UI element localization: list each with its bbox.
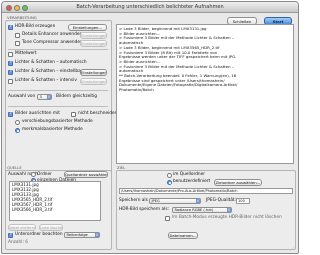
save-as-label: Speichern als — [119, 198, 148, 203]
shift-label: verschiebungsbasierter Methode — [22, 119, 93, 124]
group-count-select[interactable]: 3 — [37, 94, 52, 100]
format-select[interactable]: JPEG — [149, 198, 201, 204]
divider — [8, 49, 108, 50]
hdr-settings-button[interactable]: Einstellungen… — [68, 24, 107, 31]
mittelwert-checkbox[interactable] — [8, 52, 13, 57]
align-label: Bilder ausrichten mit — [15, 111, 60, 116]
resize-grip-icon[interactable]: ⋰ — [290, 247, 294, 252]
source-folder-radio[interactable] — [167, 173, 172, 178]
mittelwert-label: Mittelwert — [15, 51, 37, 56]
tone-label: Tone Compressor anwenden — [22, 40, 83, 45]
log-view: > Lade 3 Bilder, beginnend mit LMX3131.j… — [116, 24, 294, 164]
align-checkbox[interactable] — [8, 111, 14, 117]
intensive-checkbox[interactable] — [8, 79, 13, 84]
batch-window: Batch-Verarbeitung unterschiedlich belic… — [1, 1, 299, 254]
not-crop-checkbox[interactable] — [71, 112, 76, 117]
feature-radio[interactable] — [15, 128, 20, 133]
keep-hdr-label: Im Batch-Modus erzeugte HDR-Bilder nicht… — [172, 215, 282, 220]
target-path-field[interactable]: /Users/thomashein/Dokumente/Pro-Aus-Arti… — [119, 188, 293, 194]
remove-file-button[interactable]: Datei entfernen — [8, 224, 36, 231]
source-folder-button[interactable]: Quellordner auswählen… — [64, 171, 108, 178]
custom-label: benutzerdefiniert — [173, 179, 211, 184]
close-window-icon[interactable] — [6, 5, 12, 11]
hdr-label: HDR-Bild erzeugen — [15, 24, 56, 29]
shift-radio[interactable] — [15, 120, 20, 125]
hdr-checkbox[interactable] — [8, 24, 14, 30]
intensive-settings-button[interactable]: Einstellungen… — [80, 78, 107, 85]
order-select[interactable]: Reihenfolge — [64, 232, 100, 238]
count-label: Anzahl: 6 — [8, 240, 29, 245]
tone-settings-button[interactable]: Einstellungen… — [80, 40, 107, 47]
group-suffix-label: Bildern gleichzeitig — [56, 94, 98, 99]
zoom-window-icon[interactable] — [22, 5, 28, 11]
folder-radio[interactable] — [31, 172, 36, 177]
not-crop-label: nicht beschneiden — [78, 111, 118, 116]
quality-label: JPEG-Qualität: — [206, 198, 237, 203]
window-title: Batch-Verarbeitung unterschiedlich belic… — [76, 4, 224, 10]
tone-checkbox[interactable] — [15, 41, 20, 46]
target-folder-button[interactable]: Zielordner auswählen… — [214, 179, 262, 186]
subfolder-checkbox[interactable] — [8, 232, 14, 238]
details-settings-button[interactable]: Einstellungen… — [80, 32, 107, 39]
feature-label: merkmalsbasierter Methode — [22, 127, 83, 132]
hdr-format-select[interactable]: Radiance RGBE (.hdr) — [172, 207, 232, 213]
source-folder-label: im Quellordner — [173, 172, 206, 177]
divider — [8, 90, 108, 91]
details-checkbox[interactable] — [15, 33, 20, 38]
log-line: Photomatix/Batch — [119, 87, 154, 93]
quality-field[interactable]: 100 — [236, 198, 250, 204]
divider — [8, 106, 108, 107]
single-checkbox[interactable] — [8, 69, 14, 75]
hdr-save-label: HDR-Bild speichern als: — [119, 207, 170, 212]
single-settings-button[interactable]: Einstellungen… — [80, 69, 107, 76]
clear-list-button[interactable]: Liste löschen — [39, 224, 63, 231]
subfolder-label: Unterordner beachten — [15, 232, 63, 237]
title-bar: Batch-Verarbeitung unterschiedlich belic… — [2, 2, 298, 13]
minimize-window-icon[interactable] — [14, 5, 20, 11]
auto-label: Lichter & Schatten – automatisch — [15, 60, 87, 65]
single-label: Lichter & Schatten – einstellbar — [15, 69, 83, 74]
list-item[interactable]: LMX3566_HDR_3.tif — [12, 207, 98, 213]
details-label: Details Enhancer anwenden — [22, 32, 83, 37]
group-prefix-label: Auswahl von — [8, 94, 36, 99]
auto-checkbox[interactable] — [8, 60, 14, 66]
keep-hdr-checkbox[interactable] — [165, 216, 170, 221]
intensive-label: Lichter & Schatten – intensiv — [15, 78, 77, 83]
naming-button[interactable]: Dateinamen… — [168, 232, 198, 239]
custom-radio[interactable] — [167, 180, 172, 185]
file-list[interactable]: LMX3131.jpg LMX3132.jpg LMX3133.jpg LMX3… — [9, 181, 101, 221]
